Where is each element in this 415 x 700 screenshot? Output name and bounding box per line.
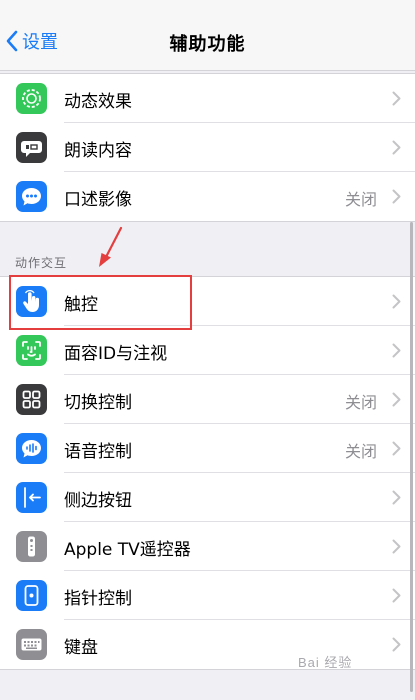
chevron-right-icon [392,140,401,155]
page-title: 辅助功能 [169,34,246,55]
pointer-control-icon [16,580,47,611]
settings-row-keyboards[interactable]: 键盘 [0,620,415,669]
status-bar [0,0,415,8]
chevron-right-icon [392,343,401,358]
settings-row-switch-control[interactable]: 切换控制 关闭 [0,375,415,424]
audio-description-icon [16,181,47,212]
settings-row-apple-tv-remote[interactable]: Apple TV遥控器 [0,522,415,571]
section-header: 动作交互 [15,256,68,270]
settings-row-motion[interactable]: 动态效果 [0,74,415,123]
interaction-settings-group: 触控 面容ID与注视 切换控制 关闭 语音控制 关闭 侧边按钮 Apple TV… [0,276,415,670]
scroll-indicator [410,222,413,692]
switch-control-icon [16,384,47,415]
voice-control-icon [16,433,47,464]
chevron-right-icon [392,91,401,106]
row-label: 语音控制 [64,442,132,462]
vision-settings-group: 动态效果 朗读内容 口述影像 关闭 [0,73,415,222]
settings-row-spoken-content[interactable]: 朗读内容 [0,123,415,172]
face-id-icon [16,335,47,366]
settings-row-pointer-control[interactable]: 指针控制 [0,571,415,620]
annotation-arrow-icon [99,226,123,267]
side-button-icon [16,482,47,513]
navigation-bar: 设置 辅助功能 [0,8,415,71]
chevron-right-icon [392,637,401,652]
row-label: 动态效果 [64,92,132,112]
remote-icon [16,531,47,562]
chevron-right-icon [392,588,401,603]
row-label: 指针控制 [64,589,132,609]
row-label: 侧边按钮 [64,491,132,511]
row-label: Apple TV遥控器 [64,540,191,560]
settings-row-face-id-attention[interactable]: 面容ID与注视 [0,326,415,375]
row-label: 键盘 [64,638,98,658]
motion-icon [16,83,47,114]
watermark: Bai 经验 [298,655,353,670]
chevron-right-icon [392,392,401,407]
annotation-highlight-box [9,275,192,330]
chevron-right-icon [392,189,401,204]
chevron-right-icon [392,539,401,554]
settings-row-side-button[interactable]: 侧边按钮 [0,473,415,522]
row-value: 关闭 [344,190,377,209]
chevron-right-icon [392,490,401,505]
settings-row-voice-control[interactable]: 语音控制 关闭 [0,424,415,473]
row-value: 关闭 [344,442,377,461]
row-value: 关闭 [344,393,377,412]
row-label: 朗读内容 [64,141,132,161]
row-label: 切换控制 [64,393,132,413]
speech-bubble-icon [16,132,47,163]
settings-row-audio-descriptions[interactable]: 口述影像 关闭 [0,172,415,221]
row-label: 面容ID与注视 [64,344,168,364]
chevron-right-icon [392,294,401,309]
row-label: 口述影像 [64,190,132,210]
chevron-right-icon [392,441,401,456]
keyboard-icon [16,629,47,660]
